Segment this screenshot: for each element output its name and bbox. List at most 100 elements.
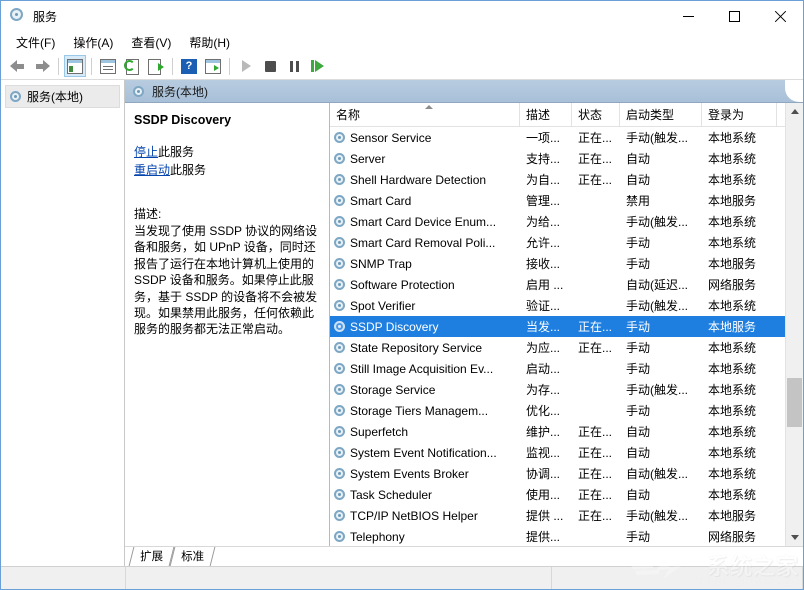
chevron-up-icon	[791, 109, 799, 114]
table-row[interactable]: Software Protection启用 ...自动(延迟...网络服务	[330, 274, 785, 295]
show-hide-action-pane-button[interactable]	[97, 55, 119, 77]
help-button[interactable]: ?	[178, 55, 200, 77]
services-gear-icon	[334, 342, 345, 353]
cell-logon: 本地服务	[702, 192, 777, 209]
restart-service-button[interactable]	[307, 55, 329, 77]
table-row[interactable]: SSDP Discovery当发...正在...手动本地服务	[330, 316, 785, 337]
stop-service-button[interactable]	[259, 55, 281, 77]
cell-desc: 验证...	[520, 297, 572, 314]
cell-startup: 自动	[620, 150, 702, 167]
stop-service-line: 停止此服务	[134, 143, 320, 161]
cell-status: 正在...	[572, 423, 620, 440]
cell-logon: 本地系统	[702, 339, 777, 356]
properties-icon	[205, 59, 221, 74]
table-row[interactable]: System Event Notification...监视...正在...自动…	[330, 442, 785, 463]
cell-status: 正在...	[572, 150, 620, 167]
cell-name: System Events Broker	[330, 467, 520, 481]
services-gear-icon	[334, 153, 345, 164]
chevron-down-icon	[791, 535, 799, 540]
cell-logon: 本地系统	[702, 150, 777, 167]
table-row[interactable]: System Events Broker协调...正在...自动(触发...本地…	[330, 463, 785, 484]
cell-startup: 自动	[620, 171, 702, 188]
column-header-startup-type-label: 启动类型	[626, 106, 674, 123]
list-rows: Sensor Service一项...正在...手动(触发...本地系统Serv…	[330, 127, 785, 546]
cell-startup: 手动(触发...	[620, 381, 702, 398]
services-gear-icon	[334, 384, 345, 395]
cell-name-label: Storage Tiers Managem...	[350, 404, 488, 418]
column-header-description[interactable]: 描述	[520, 103, 572, 126]
services-gear-icon	[334, 510, 345, 521]
refresh-button[interactable]	[121, 55, 143, 77]
services-gear-icon	[334, 279, 345, 290]
cell-name: Sensor Service	[330, 131, 520, 145]
menu-help[interactable]: 帮助(H)	[180, 32, 239, 53]
cell-name: Superfetch	[330, 425, 520, 439]
table-row[interactable]: Still Image Acquisition Ev...启动...手动本地系统	[330, 358, 785, 379]
watermark-logo	[619, 555, 685, 581]
tree-item-services-local[interactable]: 服务(本地)	[5, 85, 120, 108]
table-row[interactable]: TCP/IP NetBIOS Helper提供 ...正在...手动(触发...…	[330, 505, 785, 526]
properties-button[interactable]	[202, 55, 224, 77]
table-row[interactable]: Shell Hardware Detection为自...正在...自动本地系统	[330, 169, 785, 190]
pause-service-button[interactable]	[283, 55, 305, 77]
show-hide-console-tree-button[interactable]	[64, 55, 86, 77]
column-header-status[interactable]: 状态	[572, 103, 620, 126]
restart-service-link[interactable]: 重启动	[134, 163, 170, 177]
services-gear-icon	[10, 91, 21, 102]
table-row[interactable]: Sensor Service一项...正在...手动(触发...本地系统	[330, 127, 785, 148]
tab-standard[interactable]: 标准	[170, 547, 216, 566]
stop-service-link[interactable]: 停止	[134, 145, 158, 159]
cell-status: 正在...	[572, 171, 620, 188]
forward-button[interactable]	[31, 55, 53, 77]
console-tree-icon	[67, 59, 83, 74]
table-row[interactable]: SNMP Trap接收...手动本地服务	[330, 253, 785, 274]
table-row[interactable]: Superfetch维护...正在...自动本地系统	[330, 421, 785, 442]
cell-name: Smart Card Device Enum...	[330, 215, 520, 229]
scrollbar-thumb[interactable]	[787, 378, 802, 427]
cell-name: Shell Hardware Detection	[330, 173, 520, 187]
cell-logon: 本地系统	[702, 234, 777, 251]
cell-logon: 网络服务	[702, 276, 777, 293]
tab-extended[interactable]: 扩展	[129, 547, 175, 566]
column-header-startup-type[interactable]: 启动类型	[620, 103, 702, 126]
cell-name-label: Server	[350, 152, 385, 166]
maximize-button[interactable]	[711, 1, 757, 31]
table-row[interactable]: Storage Service为存...手动(触发...本地系统	[330, 379, 785, 400]
scroll-down-button[interactable]	[786, 529, 803, 546]
cell-name: Storage Service	[330, 383, 520, 397]
column-header-name[interactable]: 名称	[330, 103, 520, 126]
list-vertical-scrollbar[interactable]	[785, 103, 803, 546]
table-row[interactable]: Server 支持...正在...自动本地系统	[330, 148, 785, 169]
menu-view[interactable]: 查看(V)	[122, 32, 180, 53]
cell-name-label: Smart Card Removal Poli...	[350, 236, 495, 250]
menu-action[interactable]: 操作(A)	[64, 32, 122, 53]
scrollbar-track[interactable]	[786, 120, 803, 529]
table-row[interactable]: Smart Card管理...禁用本地服务	[330, 190, 785, 211]
column-header-log-on-as[interactable]: 登录为	[702, 103, 777, 126]
cell-name: Spot Verifier	[330, 299, 520, 313]
minimize-button[interactable]	[665, 1, 711, 31]
table-row[interactable]: Task Scheduler使用...正在...自动本地系统	[330, 484, 785, 505]
table-row[interactable]: Smart Card Device Enum...为给...手动(触发...本地…	[330, 211, 785, 232]
table-row[interactable]: Telephony提供...手动网络服务	[330, 526, 785, 546]
scroll-up-button[interactable]	[786, 103, 803, 120]
cell-name: Storage Tiers Managem...	[330, 404, 520, 418]
cell-name: Server	[330, 152, 520, 166]
back-button[interactable]	[7, 55, 29, 77]
cell-desc: 支持...	[520, 150, 572, 167]
cell-desc: 为自...	[520, 171, 572, 188]
table-row[interactable]: Storage Tiers Managem...优化...手动本地系统	[330, 400, 785, 421]
cell-name: Software Protection	[330, 278, 520, 292]
export-list-button[interactable]	[145, 55, 167, 77]
restart-service-suffix: 此服务	[170, 163, 206, 177]
toolbar: ?	[1, 53, 803, 80]
cell-startup: 自动(延迟...	[620, 276, 702, 293]
table-row[interactable]: Smart Card Removal Poli...允许...手动本地系统	[330, 232, 785, 253]
cell-desc: 提供 ...	[520, 507, 572, 524]
start-service-button[interactable]	[235, 55, 257, 77]
table-row[interactable]: Spot Verifier验证...手动(触发...本地系统	[330, 295, 785, 316]
cell-desc: 一项...	[520, 129, 572, 146]
table-row[interactable]: State Repository Service为应...正在...手动本地系统	[330, 337, 785, 358]
close-button[interactable]	[757, 1, 803, 31]
menu-file[interactable]: 文件(F)	[7, 32, 64, 53]
